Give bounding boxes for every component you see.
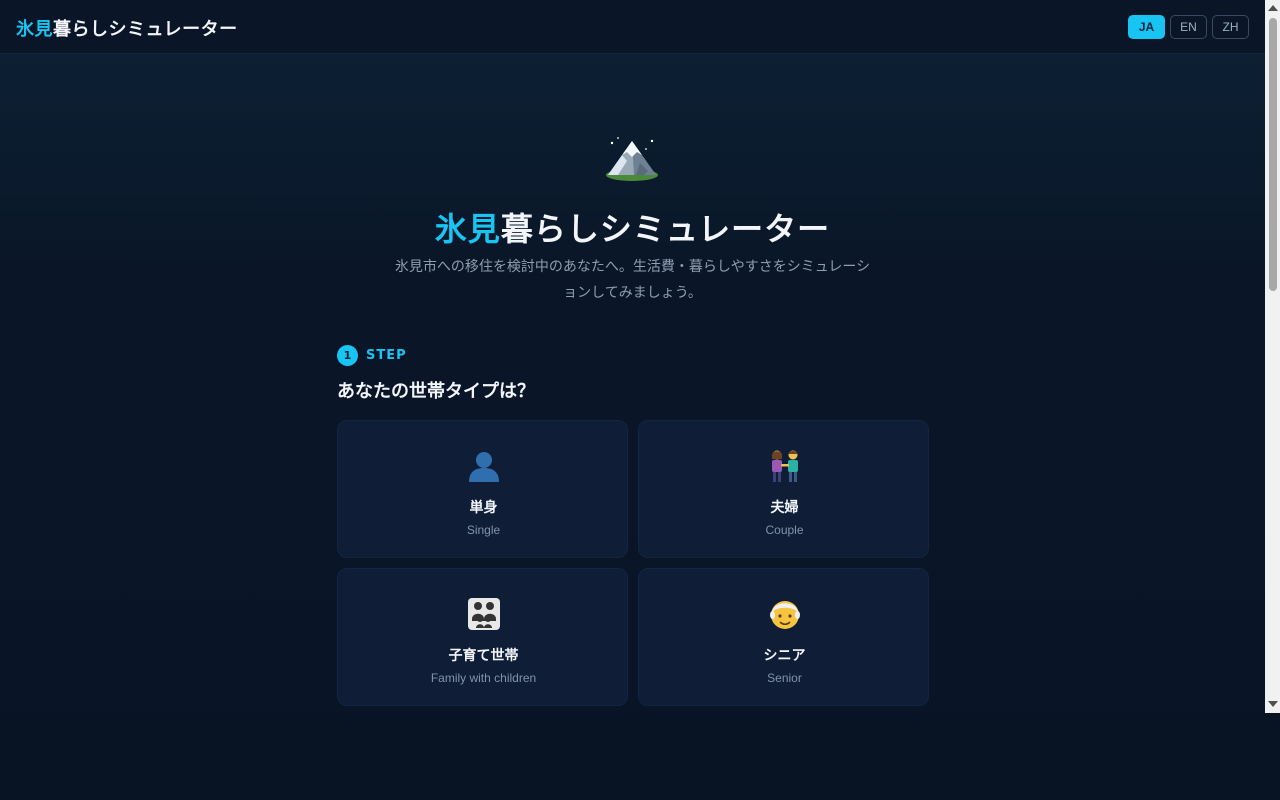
app-brand[interactable]: 氷見暮らしシミュレーター bbox=[16, 15, 238, 41]
lang-zh-button[interactable]: ZH bbox=[1212, 15, 1249, 39]
couple-icon bbox=[639, 449, 930, 483]
option-title: 夫婦 bbox=[770, 500, 799, 516]
lang-en-button[interactable]: EN bbox=[1170, 15, 1207, 39]
brand-rest: 暮らしシミュレーター bbox=[53, 19, 238, 40]
option-title: シニア bbox=[763, 648, 806, 664]
option-card-couple[interactable]: 夫婦 Couple bbox=[638, 420, 929, 558]
title-rest: 暮らしシミュレーター bbox=[500, 210, 831, 248]
step-question: あなたの世帯タイプは？ bbox=[337, 381, 535, 402]
scroll-down-arrow-icon[interactable] bbox=[1268, 701, 1278, 707]
brand-accent: 氷見 bbox=[16, 19, 53, 40]
step-label: STEP bbox=[366, 348, 407, 363]
title-accent: 氷見 bbox=[434, 210, 501, 248]
step-indicator: 1 STEP bbox=[337, 345, 407, 366]
option-title: 子育て世帯 bbox=[448, 648, 519, 664]
option-card-family[interactable]: 子育て世帯 Family with children bbox=[337, 568, 628, 706]
page-title: 氷見暮らしシミュレーター bbox=[0, 204, 1265, 250]
step-number-badge: 1 bbox=[337, 345, 358, 366]
page-subtitle: 氷見市への移住を検討中のあなたへ。生活費・暮らしやすさをシミュレーションしてみま… bbox=[394, 259, 871, 301]
vertical-scrollbar[interactable] bbox=[1265, 0, 1280, 713]
lang-ja-button[interactable]: JA bbox=[1128, 15, 1165, 39]
page-viewport: 氷見暮らしシミュレーター JA EN ZH 氷見暮らしシミュレーター 氷見市への… bbox=[0, 0, 1265, 713]
option-subtitle: Family with children bbox=[430, 671, 537, 685]
option-title: 単身 bbox=[469, 500, 498, 516]
family-icon bbox=[338, 597, 629, 631]
language-switcher: JA EN ZH bbox=[1128, 15, 1249, 39]
scroll-thumb[interactable] bbox=[1269, 18, 1277, 291]
snow-mountain-icon bbox=[606, 137, 658, 181]
option-card-senior[interactable]: シニア Senior bbox=[638, 568, 929, 706]
option-subtitle: Couple bbox=[765, 523, 804, 537]
person-silhouette-icon bbox=[338, 449, 629, 483]
top-bar: 氷見暮らしシミュレーター JA EN ZH bbox=[0, 0, 1265, 54]
option-card-single[interactable]: 単身 Single bbox=[337, 420, 628, 558]
senior-icon bbox=[639, 597, 930, 631]
bottom-area bbox=[0, 713, 1280, 800]
scroll-up-arrow-icon[interactable] bbox=[1268, 5, 1278, 11]
option-subtitle: Senior bbox=[767, 671, 802, 685]
option-subtitle: Single bbox=[466, 523, 501, 537]
